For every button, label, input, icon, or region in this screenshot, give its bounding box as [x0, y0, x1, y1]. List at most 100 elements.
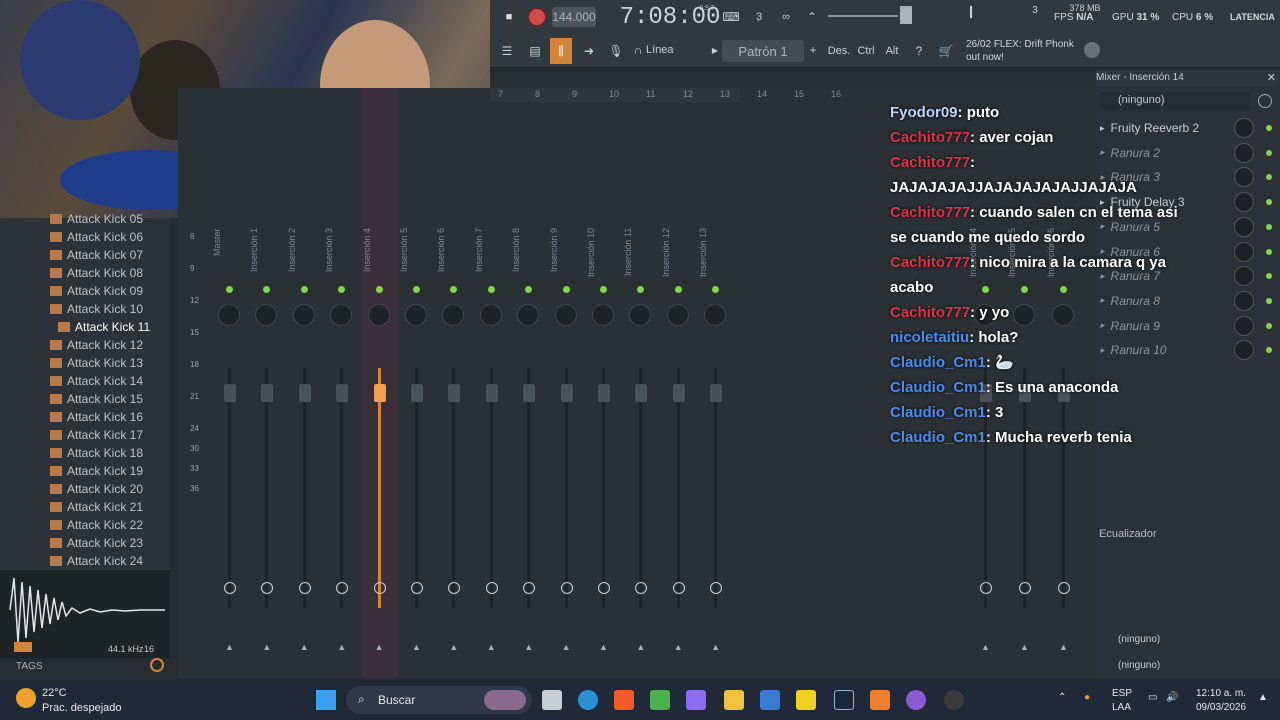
mute-led[interactable]: [226, 286, 233, 293]
sticky-notes-icon[interactable]: [796, 690, 816, 710]
play-sample-icon[interactable]: [14, 642, 32, 652]
mix-knob[interactable]: [1234, 118, 1254, 138]
typing-keyboard-icon[interactable]: ⌨: [720, 8, 742, 26]
pan-knob[interactable]: [554, 304, 577, 326]
mixer-strip[interactable]: Master ▲: [212, 88, 248, 678]
close-icon[interactable]: ✕: [1267, 71, 1276, 84]
slot-enable-led[interactable]: [1266, 347, 1272, 354]
mixer-strip[interactable]: Inserción 7 ▲: [474, 88, 510, 678]
start-icon[interactable]: [316, 690, 336, 710]
pan-knob[interactable]: [666, 304, 689, 326]
store-icon[interactable]: [760, 690, 780, 710]
record-button[interactable]: [527, 7, 547, 27]
volume-icon[interactable]: 🔊: [1166, 692, 1178, 703]
route-icon[interactable]: [373, 582, 386, 594]
route-icon[interactable]: [261, 582, 274, 594]
send-arrow-icon[interactable]: ▲: [636, 642, 645, 652]
output-selector-1[interactable]: (ninguno): [1118, 634, 1268, 648]
mix-knob[interactable]: [1234, 266, 1254, 287]
send-arrow-icon[interactable]: ▲: [262, 642, 271, 652]
stop-button[interactable]: ■: [500, 7, 518, 27]
slot-enable-led[interactable]: [1266, 223, 1272, 230]
volume-fader[interactable]: [523, 384, 536, 402]
volume-fader[interactable]: [298, 384, 311, 402]
mix-knob[interactable]: [1234, 241, 1254, 262]
mix-knob[interactable]: [1234, 340, 1254, 361]
send-arrow-icon[interactable]: ▲: [449, 642, 458, 652]
send-arrow-icon[interactable]: ▲: [225, 642, 234, 652]
send-arrow-icon[interactable]: ▲: [412, 642, 421, 652]
route-icon[interactable]: [224, 582, 236, 594]
ctrl-button[interactable]: Ctrl: [855, 42, 877, 60]
step-edit-icon[interactable]: 3̣: [748, 8, 770, 26]
slot-enable-led[interactable]: [1266, 297, 1272, 304]
channel-rack-icon[interactable]: ▤: [524, 40, 546, 62]
add-pattern-button[interactable]: +: [806, 42, 820, 58]
minecraft-icon[interactable]: [650, 690, 670, 710]
route-icon[interactable]: [560, 582, 573, 594]
mute-led[interactable]: [375, 286, 383, 293]
volume-fader[interactable]: [373, 384, 386, 402]
mute-led[interactable]: [712, 286, 720, 293]
mix-knob[interactable]: [1234, 167, 1254, 188]
pan-knob[interactable]: [330, 304, 353, 326]
mixer-strip[interactable]: Inserción 8 ▲: [511, 88, 547, 678]
browser-item[interactable]: Attack Kick 10: [50, 300, 143, 318]
pan-knob[interactable]: [479, 304, 502, 326]
copilot-icon[interactable]: [686, 690, 706, 710]
pattern-selector[interactable]: Patrón 1: [722, 40, 804, 62]
route-icon[interactable]: [298, 582, 311, 594]
mixer-strip[interactable]: Inserción 5 ▲: [399, 88, 435, 678]
browser-item[interactable]: Attack Kick 21: [50, 498, 143, 516]
cart-icon[interactable]: 🛒: [936, 40, 956, 62]
mute-led[interactable]: [413, 286, 420, 293]
mixer-strip[interactable]: Inserción 4 ▲: [361, 88, 398, 678]
route-icon[interactable]: [1019, 582, 1031, 594]
pan-knob[interactable]: [442, 304, 465, 326]
route-icon[interactable]: [710, 582, 723, 594]
send-arrow-icon[interactable]: ▲: [562, 642, 571, 652]
send-arrow-icon[interactable]: ▲: [1059, 642, 1068, 652]
master-volume-handle[interactable]: [900, 6, 912, 24]
microphone-tray-icon[interactable]: ●: [1084, 692, 1090, 703]
alt-button[interactable]: Alt: [882, 42, 902, 60]
pan-knob[interactable]: [292, 304, 315, 326]
pan-knob[interactable]: [517, 304, 540, 326]
browser-item[interactable]: Attack Kick 08: [50, 264, 143, 282]
volume-fader[interactable]: [448, 384, 461, 402]
mute-led[interactable]: [338, 286, 346, 293]
volume-fader[interactable]: [672, 384, 685, 402]
slot-enable-led[interactable]: [1266, 199, 1272, 206]
slot-enable-led[interactable]: [1266, 125, 1272, 131]
playlist-icon[interactable]: ☰: [496, 40, 518, 62]
pan-knob[interactable]: [592, 304, 614, 326]
route-icon[interactable]: [635, 582, 648, 594]
pan-knob[interactable]: [218, 304, 240, 326]
volume-fader[interactable]: [485, 384, 498, 402]
chevron-up-icon[interactable]: ⌃: [1058, 692, 1066, 703]
browser-item[interactable]: Attack Kick 14: [50, 372, 143, 390]
volume-fader[interactable]: [560, 384, 573, 402]
send-arrow-icon[interactable]: ▲: [300, 642, 309, 652]
steam-icon[interactable]: [834, 690, 854, 710]
clock-time[interactable]: 12:10 a. m.: [1196, 688, 1246, 699]
weather-widget[interactable]: 22°C Prac. despejado: [16, 684, 136, 718]
mix-knob[interactable]: [1234, 216, 1254, 237]
send-arrow-icon[interactable]: ▲: [1020, 642, 1029, 652]
globe-icon[interactable]: [1084, 42, 1100, 58]
volume-fader[interactable]: [635, 384, 648, 402]
microphone-icon[interactable]: 🎙: [606, 40, 626, 62]
browser-item[interactable]: Attack Kick 06: [50, 228, 143, 246]
browser-item[interactable]: Attack Kick 12: [50, 336, 143, 354]
route-icon[interactable]: [523, 582, 536, 594]
mute-led[interactable]: [263, 286, 271, 293]
mixer-strip[interactable]: Inserción 6 ▲: [436, 88, 472, 678]
volume-fader[interactable]: [336, 384, 349, 402]
twitch-chat-icon[interactable]: [906, 690, 926, 710]
browser-item[interactable]: Attack Kick 09: [50, 282, 143, 300]
browser-item[interactable]: Attack Kick 18: [50, 444, 143, 462]
mute-led[interactable]: [600, 286, 607, 293]
browser-item[interactable]: Attack Kick 24: [50, 552, 143, 570]
route-icon[interactable]: [411, 582, 423, 594]
mixer-strip[interactable]: Inserción 13 ▲: [698, 88, 734, 678]
